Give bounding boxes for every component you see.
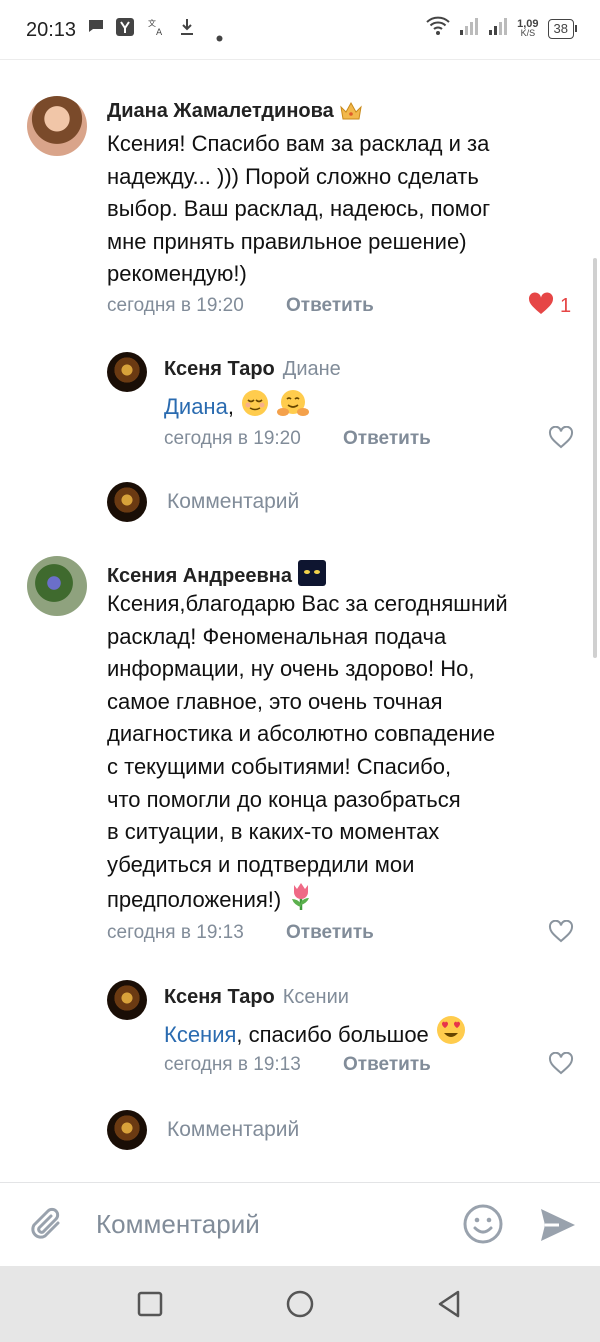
- avatar[interactable]: [107, 980, 147, 1020]
- hugging-face-icon: [276, 388, 310, 428]
- reply-button[interactable]: Ответить: [343, 1054, 431, 1076]
- heart-eyes-icon: [435, 1014, 467, 1056]
- reply-input-placeholder[interactable]: Комментарий: [167, 490, 299, 514]
- reply-input-row[interactable]: Комментарий: [0, 1108, 600, 1158]
- recents-icon[interactable]: [136, 1290, 164, 1323]
- comment-author[interactable]: Ксеня Таро Диане: [164, 358, 341, 381]
- like-button[interactable]: [548, 919, 574, 949]
- wifi-icon: [426, 16, 450, 41]
- attach-icon[interactable]: [28, 1205, 66, 1250]
- avatar[interactable]: [107, 352, 147, 392]
- message-notification-icon: [88, 18, 104, 40]
- crown-icon: [339, 101, 363, 127]
- avatar[interactable]: [27, 556, 87, 616]
- network-speed: 1,09 K/S: [517, 17, 539, 38]
- system-navigation-bar: [0, 1266, 600, 1342]
- comment-text: Ксения, спасибо большое: [164, 1014, 467, 1056]
- reply-button[interactable]: Ответить: [286, 295, 374, 317]
- like-count: 1: [560, 295, 572, 317]
- avatar: [107, 482, 147, 522]
- signal-icon-2: [488, 16, 508, 41]
- mention-link[interactable]: Диана: [164, 394, 228, 419]
- comment-text: Диана,: [164, 388, 310, 428]
- send-icon[interactable]: [538, 1205, 578, 1250]
- like-button[interactable]: 1: [528, 292, 571, 321]
- comment-text: Ксения,благодарю Вас за сегодняшний раск…: [107, 588, 508, 921]
- yandex-icon: [116, 18, 134, 42]
- comment-author[interactable]: Ксеня Таро Ксении: [164, 986, 349, 1009]
- more-dot-icon: [216, 26, 223, 48]
- download-icon: [180, 18, 194, 42]
- status-bar: 20:13 文A 1,09 K/S 38: [0, 0, 600, 60]
- heart-outline-icon: [548, 425, 574, 455]
- reply-button[interactable]: Ответить: [343, 428, 431, 450]
- comment: Ксения Андреевна Ксения,благодарю Вас за…: [0, 556, 600, 956]
- mention-link[interactable]: Ксения: [164, 1022, 236, 1047]
- svg-text:文: 文: [148, 18, 156, 28]
- status-time: 20:13: [26, 19, 77, 41]
- translate-icon: 文A: [148, 18, 166, 42]
- like-button[interactable]: [548, 1051, 574, 1081]
- heart-filled-icon: [528, 292, 554, 321]
- reply-input-row[interactable]: Комментарий: [0, 480, 600, 530]
- signal-icon: [459, 16, 479, 41]
- emoji-icon[interactable]: [462, 1203, 504, 1250]
- reply-to-label[interactable]: Диане: [283, 358, 341, 380]
- heart-outline-icon: [548, 919, 574, 949]
- tulip-icon: [287, 881, 315, 921]
- comment-composer: Комментарий: [0, 1182, 600, 1266]
- reply-comment: Ксеня Таро Диане Диана, сегодня в 19:20 О…: [0, 352, 600, 462]
- like-button[interactable]: [548, 425, 574, 455]
- reply-to-label[interactable]: Ксении: [283, 986, 349, 1008]
- reply-comment: Ксеня Таро Ксении Ксения, спасибо большое…: [0, 980, 600, 1090]
- comment-author[interactable]: Диана Жамалетдинова: [107, 100, 363, 127]
- comment-time: сегодня в 19:13: [164, 1054, 301, 1075]
- comment-text: Ксения! Спасибо вам за расклад и за наде…: [107, 131, 491, 287]
- home-icon[interactable]: [284, 1288, 316, 1325]
- avatar[interactable]: [27, 96, 87, 156]
- comment-time: сегодня в 19:20: [107, 295, 244, 316]
- reply-input-placeholder[interactable]: Комментарий: [167, 1118, 299, 1142]
- comment-time: сегодня в 19:20: [164, 428, 301, 449]
- back-icon[interactable]: [434, 1288, 464, 1325]
- comment-input[interactable]: Комментарий: [96, 1209, 260, 1240]
- comment-time: сегодня в 19:13: [107, 922, 244, 943]
- relieved-face-icon: [240, 388, 270, 428]
- avatar: [107, 1110, 147, 1150]
- battery-indicator: 38: [547, 18, 578, 39]
- svg-text:A: A: [156, 28, 163, 36]
- reply-button[interactable]: Ответить: [286, 922, 374, 944]
- heart-outline-icon: [548, 1051, 574, 1081]
- comment: Диана Жамалетдинова Ксения! Спасибо вам …: [0, 96, 600, 336]
